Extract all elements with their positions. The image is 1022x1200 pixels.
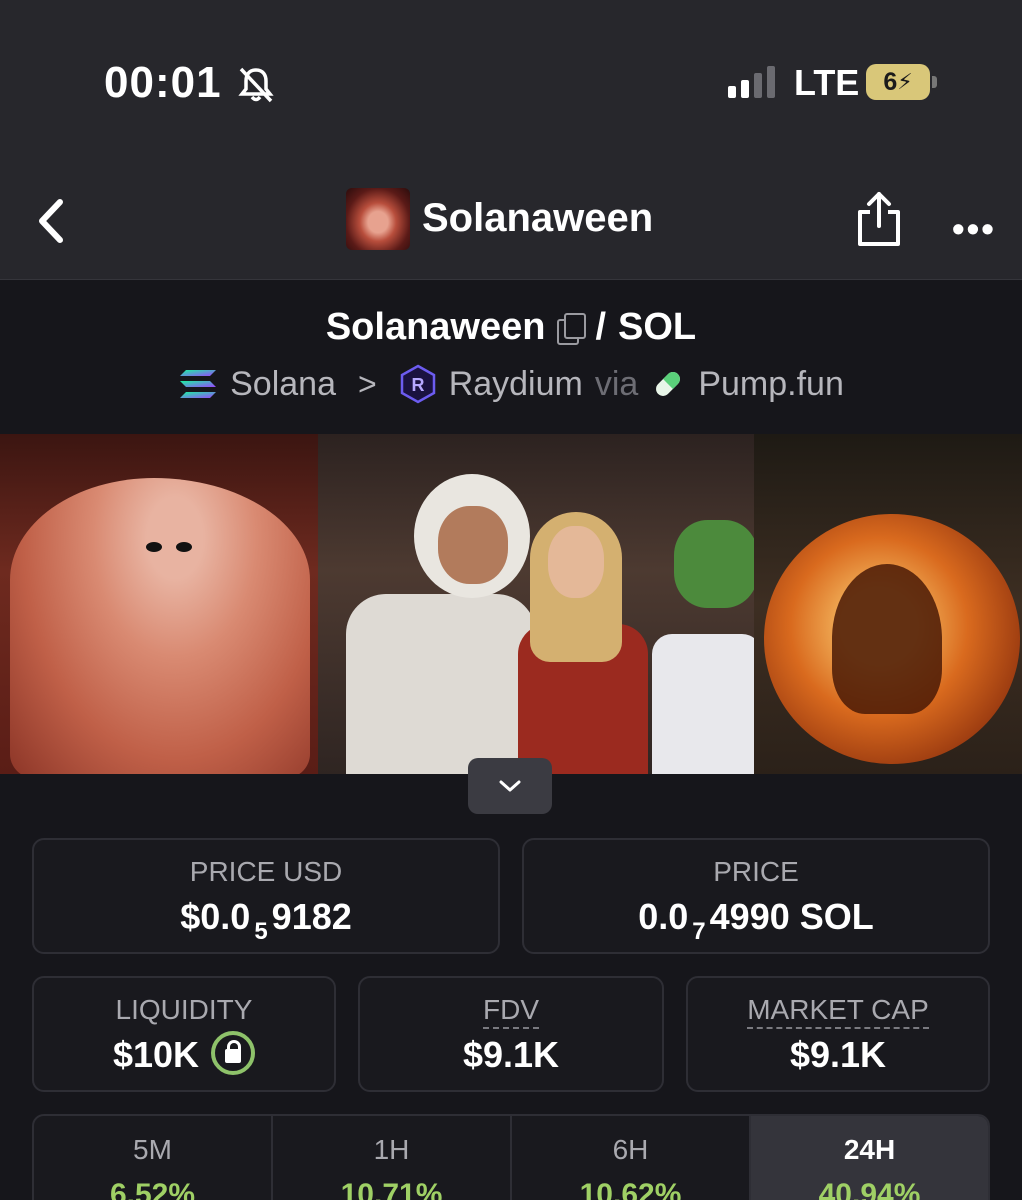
token-avatar — [346, 188, 410, 250]
liquidity-value: $10K — [112, 1034, 200, 1075]
pair-separator: / — [595, 306, 607, 348]
market-cap-label[interactable]: MARKET CAP — [747, 994, 929, 1029]
chevron-right-icon: > — [358, 365, 377, 402]
pair-header: Solanaween / SOL Solana > R Raydium via … — [0, 280, 1022, 434]
tab-24h-label: 24H — [843, 1134, 896, 1165]
cellular-signal-icon — [728, 66, 775, 98]
price-usd-digits: 9182 — [271, 896, 352, 937]
tab-6h[interactable]: 6H 10.62% — [512, 1116, 751, 1200]
tab-24h[interactable]: 24H 40.94% — [751, 1116, 988, 1200]
price-usd-value: $0.0 5 9182 — [34, 896, 498, 945]
tab-6h-change: 10.62% — [579, 1178, 682, 1200]
price-sol-box: PRICE 0.0 7 4990 SOL — [522, 838, 990, 954]
ghost-eye-left — [146, 542, 162, 552]
tab-5m[interactable]: 5M 6.52% — [34, 1116, 273, 1200]
raydium-logo-icon: R — [400, 364, 435, 404]
fdv-value: $9.1K — [462, 1034, 560, 1075]
battery-level: 6 — [883, 67, 898, 96]
quote-token: SOL — [618, 306, 697, 348]
tab-5m-change: 6.52% — [109, 1178, 196, 1200]
tab-1h[interactable]: 1H 10.71% — [273, 1116, 512, 1200]
price-sol-prefix: 0.0 — [638, 896, 689, 937]
network-type: LTE — [794, 62, 860, 103]
astronaut-body — [346, 594, 536, 774]
woman-face — [548, 526, 604, 598]
market-cap-box: MARKET CAP $9.1K — [686, 976, 990, 1092]
pill-icon — [656, 372, 681, 396]
page-title: Solanaween — [422, 196, 654, 240]
bell-muted-icon — [238, 67, 274, 103]
launchpad-link[interactable]: Pump.fun — [698, 365, 844, 404]
liquidity-value-row: $10K — [34, 1031, 334, 1079]
price-sol-zero-count: 7 — [692, 918, 706, 945]
price-usd-box: PRICE USD $0.0 5 9182 — [32, 838, 500, 954]
share-icon[interactable] — [856, 190, 902, 248]
battery-tip — [932, 76, 937, 88]
token-name: Solanaween — [325, 306, 546, 348]
ghost-figure — [10, 478, 310, 774]
price-sol-value: 0.0 7 4990 SOL — [524, 896, 988, 945]
fdv-label-row: FDV — [360, 994, 662, 1029]
dex-link[interactable]: Raydium — [449, 365, 583, 404]
tab-6h-label: 6H — [612, 1134, 649, 1165]
fdv-box: FDV $9.1K — [358, 976, 664, 1092]
frog-mask — [674, 520, 754, 608]
timeframe-tabs: 5M 6.52% 1H 10.71% 6H 10.62% 24H 40.94% — [32, 1114, 990, 1200]
carved-cat — [832, 564, 942, 714]
fdv-label[interactable]: FDV — [483, 994, 539, 1029]
price-usd-label: PRICE USD — [189, 856, 343, 887]
pair-title: Solanaween / SOL — [0, 306, 1022, 349]
price-usd-prefix: $0.0 — [180, 896, 251, 937]
expand-banner-button[interactable] — [468, 758, 552, 814]
back-chevron-icon[interactable] — [36, 198, 66, 244]
tab-5m-label: 5M — [133, 1134, 172, 1165]
chain-breadcrumb: Solana > R Raydium via Pump.fun — [0, 364, 1022, 404]
more-options-icon[interactable]: ••• — [952, 208, 996, 250]
lock-icon[interactable] — [211, 1031, 256, 1076]
costume-party-image — [318, 434, 754, 774]
liquidity-box: LIQUIDITY $10K — [32, 976, 336, 1092]
tab-24h-change: 40.94% — [818, 1178, 921, 1200]
solana-logo-icon — [180, 370, 217, 398]
copy-icon[interactable] — [557, 312, 587, 345]
via-label: via — [594, 364, 639, 403]
price-sol-digits: 4990 SOL — [709, 896, 874, 937]
market-cap-value: $9.1K — [789, 1034, 887, 1075]
pumpkin-image — [754, 434, 1022, 774]
price-sol-label: PRICE — [713, 856, 799, 887]
ghost-image — [0, 434, 318, 774]
status-time: 00:01 — [104, 58, 222, 107]
tab-1h-label: 1H — [373, 1134, 410, 1165]
chevron-down-icon — [499, 780, 521, 792]
tab-1h-change: 10.71% — [340, 1178, 443, 1200]
ghost-eye-right — [176, 542, 192, 552]
market-cap-label-row: MARKET CAP — [688, 994, 988, 1029]
status-bar: 00:01 LTE 6 ⚡ — [0, 0, 1022, 160]
nav-header: Solanaween ••• — [0, 160, 1022, 280]
token-banner — [0, 434, 1022, 774]
liquidity-label: LIQUIDITY — [115, 994, 253, 1025]
astronaut-face — [438, 506, 508, 584]
battery-icon: 6 ⚡ — [866, 64, 930, 100]
price-usd-zero-count: 5 — [254, 918, 268, 945]
jersey — [652, 634, 754, 774]
svg-text:R: R — [411, 375, 424, 395]
chain-link[interactable]: Solana — [230, 365, 336, 404]
